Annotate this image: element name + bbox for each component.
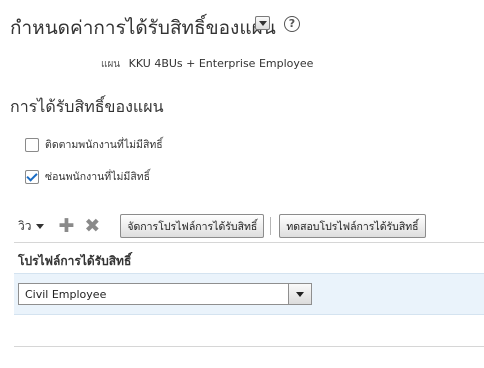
plus-icon[interactable]: ✚ — [58, 216, 74, 236]
chevron-down-icon[interactable] — [288, 284, 311, 304]
view-menu-label: วิว — [18, 218, 32, 233]
x-icon[interactable]: ✖ — [84, 216, 100, 236]
hide-ineligible-label: ซ่อนพนักงานที่ไม่มีสิทธิ์ — [45, 171, 151, 183]
section-title: การได้รับสิทธิ์ของแผน — [10, 97, 164, 116]
profile-select-value: Civil Employee — [25, 287, 107, 301]
chevron-down-icon[interactable] — [255, 16, 270, 30]
track-ineligible-option[interactable]: ติดตามพนักงานที่ไม่มีสิทธิ์ — [25, 136, 163, 153]
hide-ineligible-checkbox[interactable] — [25, 169, 39, 184]
plan-label: แผน — [101, 59, 121, 70]
hide-ineligible-option[interactable]: ซ่อนพนักงานที่ไม่มีสิทธิ์ — [25, 168, 150, 185]
chevron-down-icon — [36, 223, 45, 229]
page-title: กำหนดค่าการได้รับสิทธิ์ของแผน — [10, 17, 276, 39]
track-ineligible-checkbox[interactable] — [25, 137, 39, 152]
track-ineligible-label: ติดตามพนักงานที่ไม่มีสิทธิ์ — [45, 139, 163, 151]
manage-profiles-button[interactable]: จัดการโปรไฟล์การได้รับสิทธิ์ — [120, 214, 265, 238]
column-header-profile: โปรไฟล์การได้รับสิทธิ์ — [18, 254, 132, 268]
toolbar-divider — [270, 217, 272, 235]
table-top-divider — [14, 242, 484, 243]
table-bottom-divider — [14, 346, 484, 347]
plan-value: KKU 4BUs + Enterprise Employee — [128, 57, 314, 70]
test-profiles-button[interactable]: ทดสอบโปรไฟล์การได้รับสิทธิ์ — [279, 214, 426, 238]
table-toolbar: วิว ✚ ✖ จัดการโปรไฟล์การได้รับสิทธิ์ ทดส… — [18, 214, 426, 238]
help-icon[interactable]: ? — [284, 16, 300, 32]
view-menu[interactable]: วิว — [18, 217, 45, 236]
profile-select[interactable]: Civil Employee — [18, 283, 312, 305]
plan-info: แผน KKU 4BUs + Enterprise Employee — [101, 57, 313, 72]
